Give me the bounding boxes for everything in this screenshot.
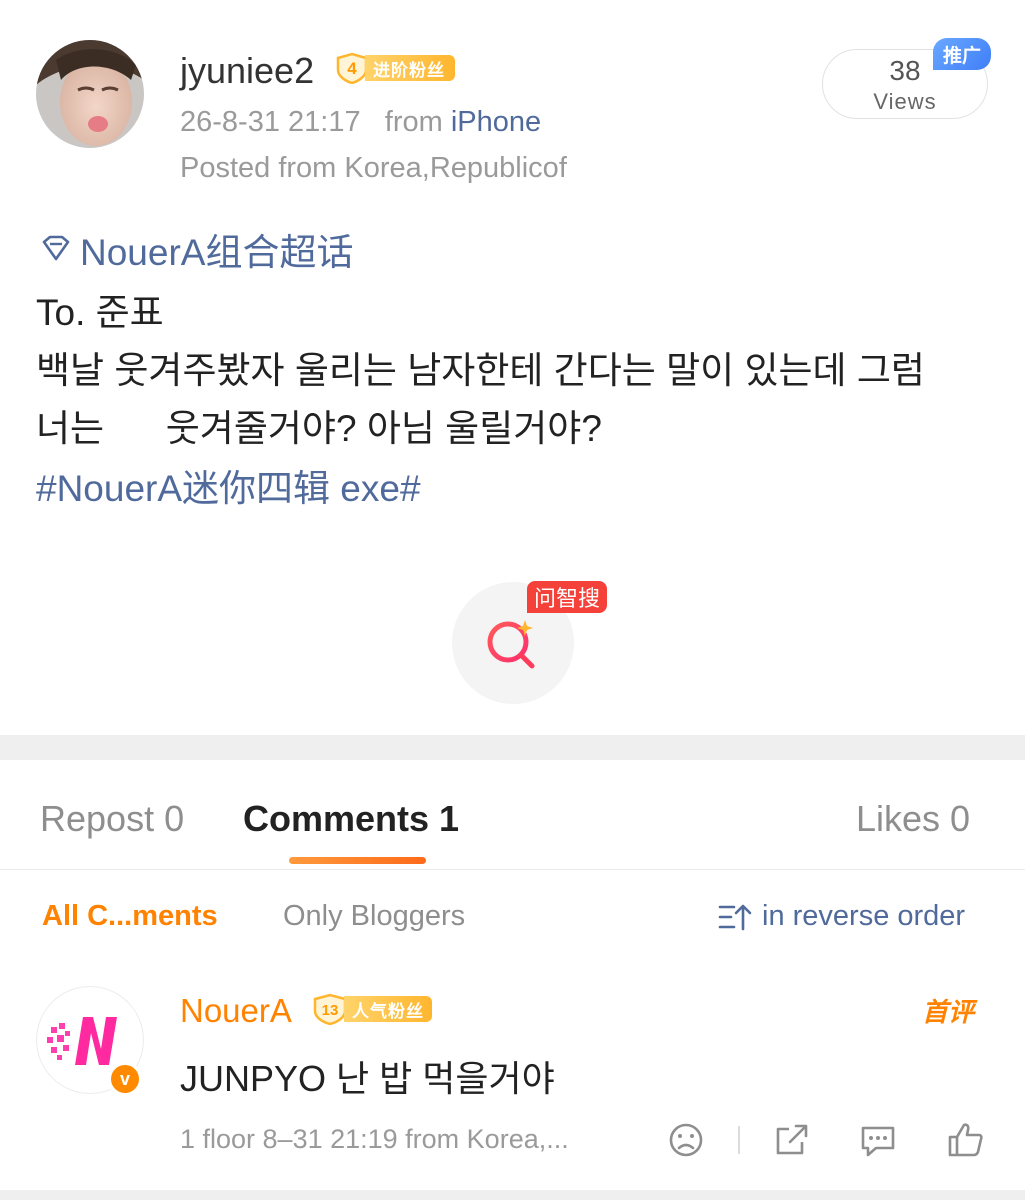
commenter-name[interactable]: NouerA [180, 992, 292, 1030]
tab-repost[interactable]: Repost 0 [40, 798, 184, 840]
sort-order-toggle[interactable]: in reverse order [718, 900, 965, 933]
username[interactable]: jyuniee2 [180, 50, 314, 92]
tabs-bar: Repost 0 Comments 1 Likes 0 [0, 760, 1025, 870]
first-comment-tag: 首评 [922, 997, 975, 1027]
fan-level-icon: 13 [313, 993, 347, 1025]
comment-bubble-icon [861, 1126, 895, 1157]
promo-tag[interactable]: 推广 [933, 38, 991, 70]
svg-text:13: 13 [322, 1002, 339, 1019]
comment-text: JUNPYO 난 밥 먹을거야 [180, 1058, 555, 1099]
bottom-divider [0, 1190, 1025, 1200]
fan-level-icon: 4 [336, 52, 368, 84]
reply-button[interactable] [858, 1120, 898, 1165]
thumbs-up-icon [948, 1123, 983, 1157]
commenter-fan-badge[interactable]: 13 人气粉丝 [312, 993, 432, 1025]
diamond-icon [42, 235, 70, 261]
hashtag-link[interactable]: #NouerA迷你四辑 exe# [36, 458, 421, 512]
verified-icon: v [108, 1062, 142, 1096]
sort-order-label: in reverse order [762, 900, 966, 932]
posted-location: Posted from Korea,Republicof [180, 152, 567, 184]
like-button[interactable] [946, 1120, 986, 1165]
tab-likes[interactable]: Likes 0 [856, 798, 970, 840]
section-divider [0, 735, 1025, 760]
dislike-button[interactable] [666, 1120, 706, 1165]
tab-comments[interactable]: Comments 1 [243, 798, 459, 840]
post-body-line-3: 너는 웃겨줄거야? 아님 울릴거야? [36, 408, 602, 449]
share-icon [776, 1124, 808, 1155]
comment-filter-row: All C...ments Only Bloggers in reverse o… [0, 872, 1025, 962]
from-prefix: from [384, 106, 443, 138]
supertopic-link[interactable]: NouerA组合超话 [36, 222, 353, 276]
post-card: jyuniee2 4 进阶粉丝 26-8-31 21:17 from iPhon… [0, 0, 1025, 735]
supertopic-label: NouerA组合超话 [80, 232, 354, 273]
filter-only-bloggers[interactable]: Only Bloggers [283, 900, 465, 933]
post-body-line-2: 백날 웃겨주봤자 울리는 남자한테 간다는 말이 있는데 그럼 [36, 350, 925, 391]
ai-search-tag[interactable]: 问智搜 [527, 581, 608, 613]
filter-all-comments[interactable]: All C...ments [42, 900, 218, 933]
post-meta: 26-8-31 21:17 from iPhone [180, 106, 541, 139]
active-tab-indicator [289, 857, 426, 864]
fan-level-label: 进阶粉丝 [365, 55, 455, 81]
post-timestamp: 26-8-31 21:17 [180, 106, 361, 138]
comment-item: v NouerA 13 人气粉丝 首评 JUNPYO 난 밥 먹을거야 1 fl… [0, 962, 1025, 1192]
svg-text:4: 4 [347, 59, 357, 78]
post-body-line-1: To. 준표 [36, 292, 164, 333]
action-divider [738, 1126, 740, 1154]
user-avatar[interactable] [36, 40, 144, 148]
sad-face-icon [669, 1123, 703, 1157]
fan-level-badge[interactable]: 4 进阶粉丝 [335, 52, 455, 84]
commenter-fan-label: 人气粉丝 [344, 996, 432, 1022]
views-label: Views [873, 89, 937, 114]
comment-meta: 1 floor 8–31 21:19 from Korea,... [180, 1124, 569, 1154]
post-source[interactable]: iPhone [451, 106, 541, 138]
sort-icon [718, 904, 752, 930]
share-button[interactable] [772, 1120, 812, 1165]
